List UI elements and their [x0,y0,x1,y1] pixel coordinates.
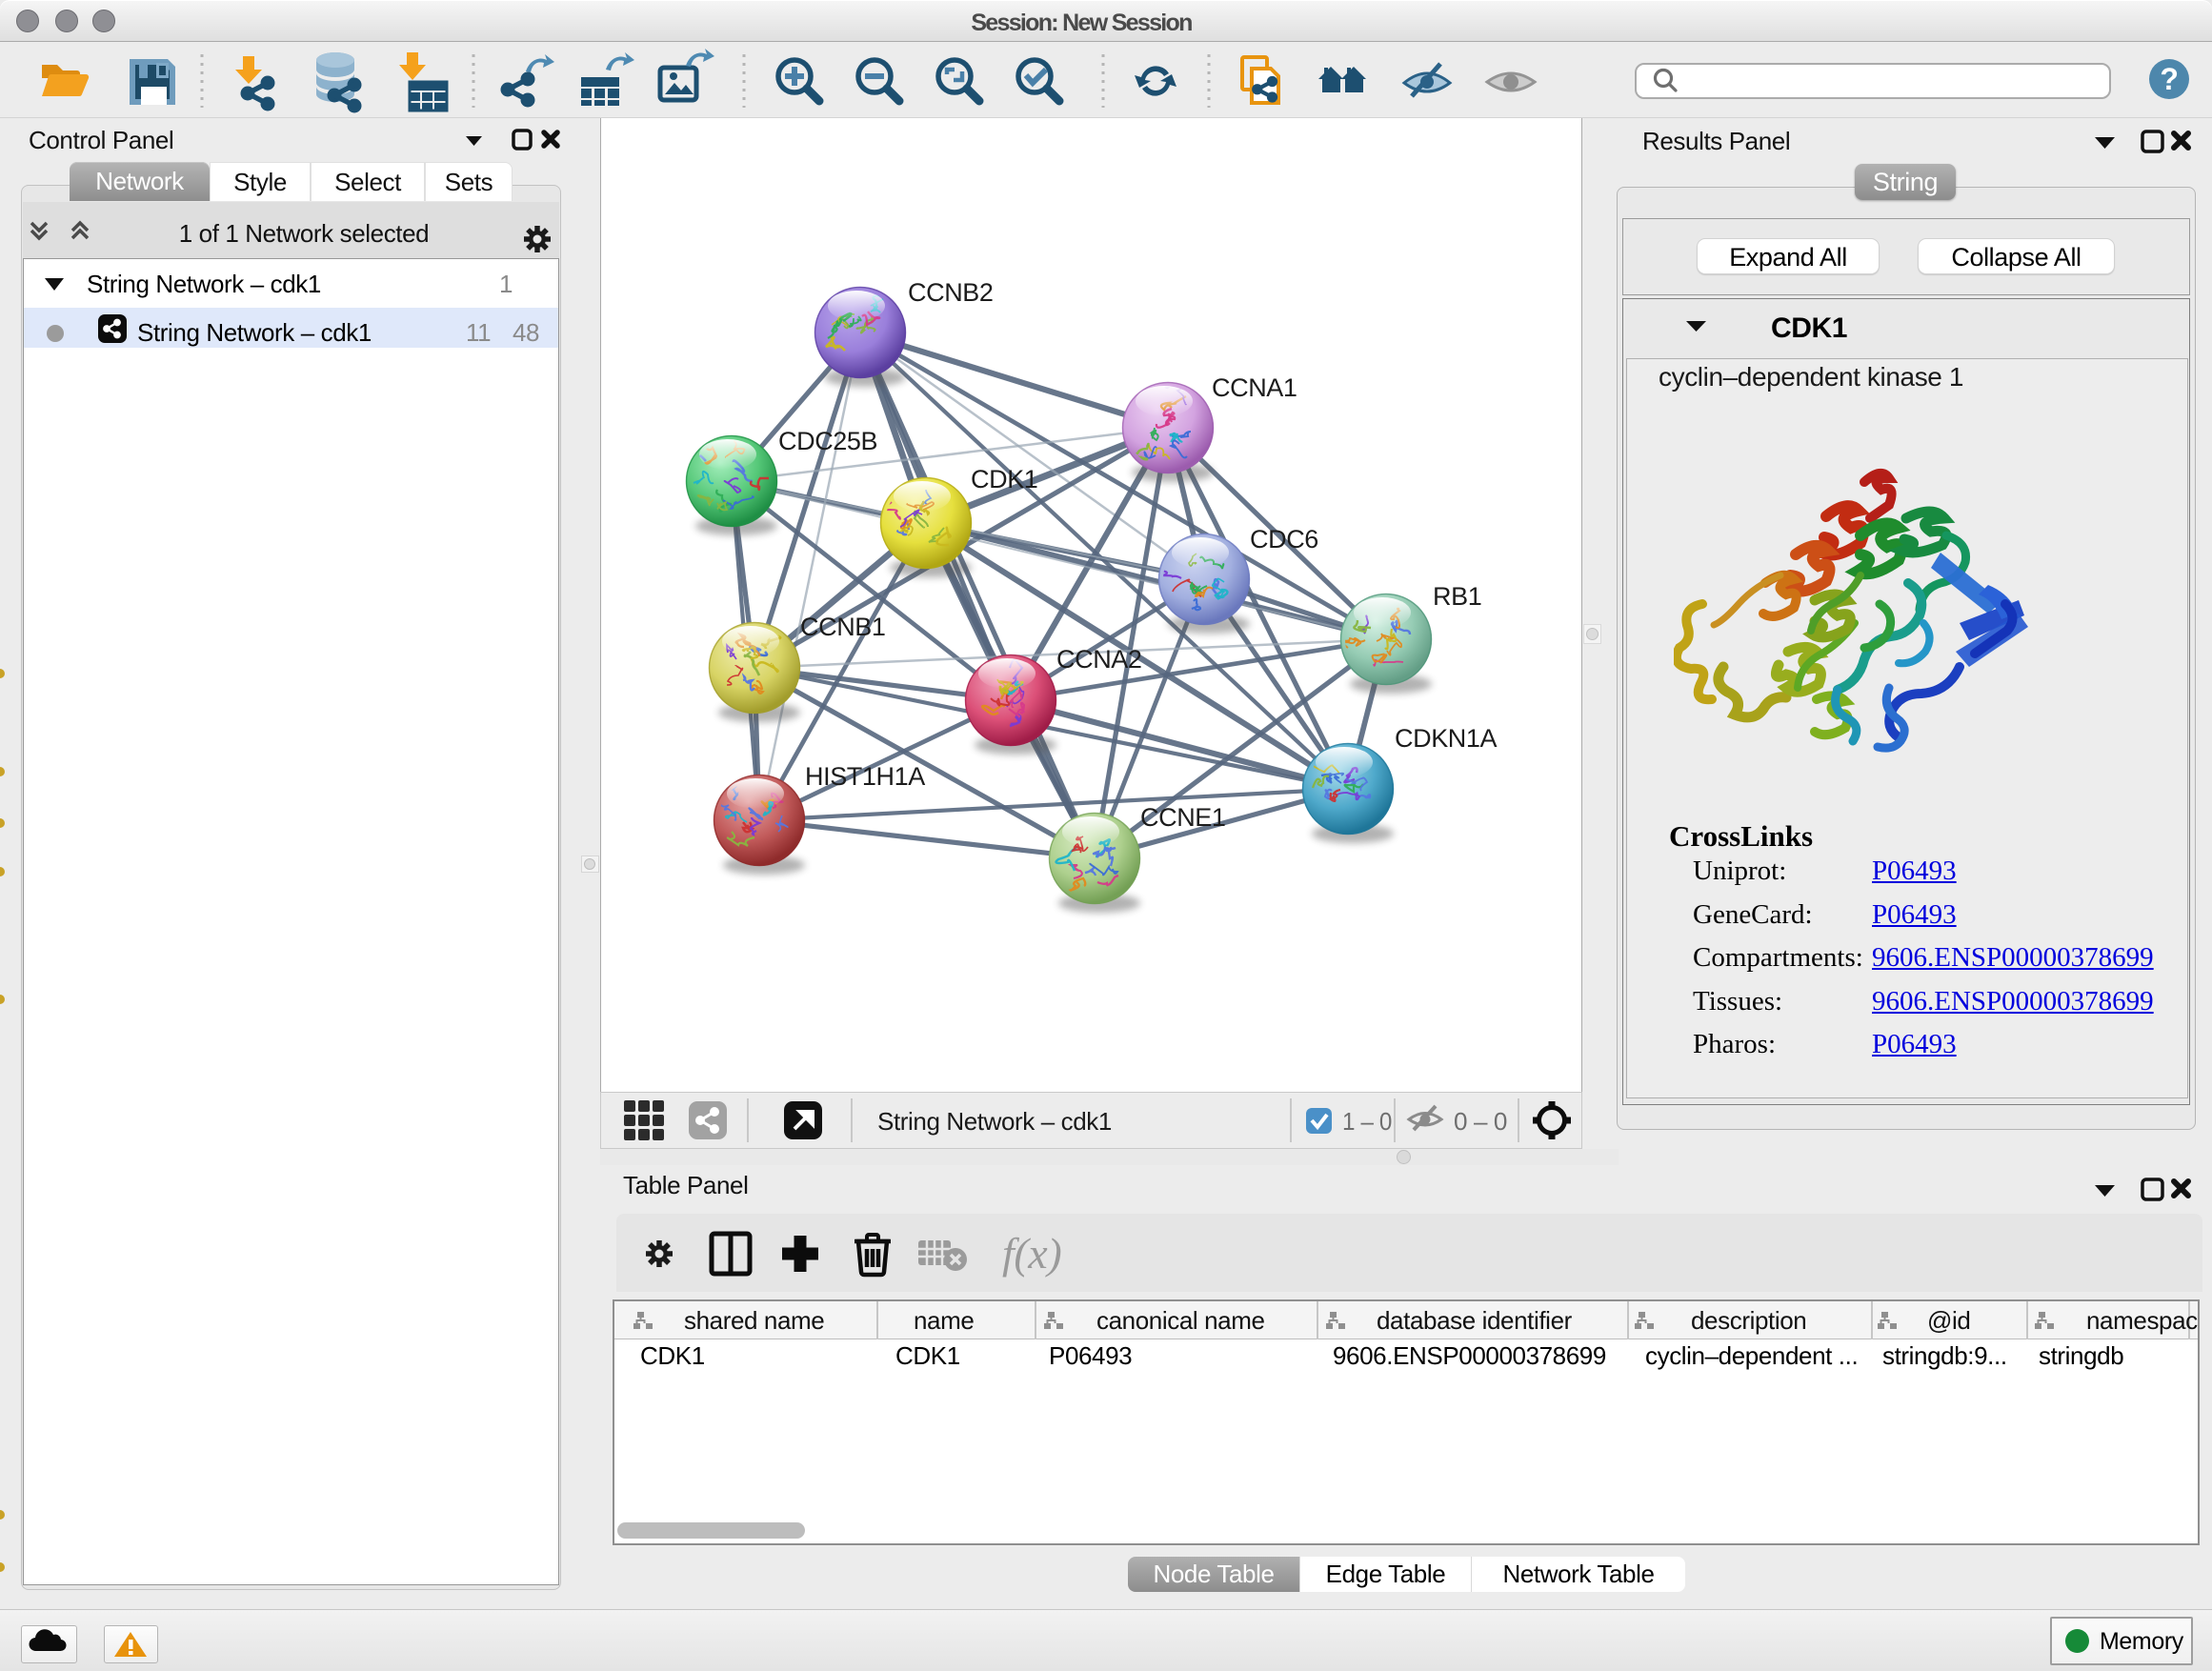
svg-text:name: name [914,1306,974,1335]
svg-text:database identifier: database identifier [1377,1306,1573,1335]
svg-text:CDK1: CDK1 [971,465,1037,493]
svg-text:CDKN1A: CDKN1A [1395,724,1498,753]
svg-text:CCNA2: CCNA2 [1056,645,1142,674]
svg-text:CCNB2: CCNB2 [908,278,994,307]
svg-text:HIST1H1A: HIST1H1A [805,762,925,791]
svg-text:CDC25B: CDC25B [778,427,877,455]
svg-text:CCNB1: CCNB1 [800,613,886,641]
svg-text:shared name: shared name [684,1306,824,1335]
svg-text:canonical name: canonical name [1096,1306,1265,1335]
svg-text:namespac: namespac [2086,1306,2198,1335]
svg-text:1 – 0: 1 – 0 [1342,1107,1392,1136]
svg-text:@id: @id [1927,1306,1970,1335]
svg-text:CCNE1: CCNE1 [1140,803,1226,832]
svg-text:RB1: RB1 [1433,582,1481,611]
svg-text:?: ? [2160,62,2178,96]
svg-text:CCNA1: CCNA1 [1212,373,1297,402]
svg-text:description: description [1691,1306,1806,1335]
svg-text:f(x): f(x) [1002,1229,1061,1278]
svg-text:0 – 0: 0 – 0 [1454,1107,1507,1136]
svg-text:CDC6: CDC6 [1250,525,1318,554]
svg-text:String Network – cdk1: String Network – cdk1 [877,1107,1112,1136]
